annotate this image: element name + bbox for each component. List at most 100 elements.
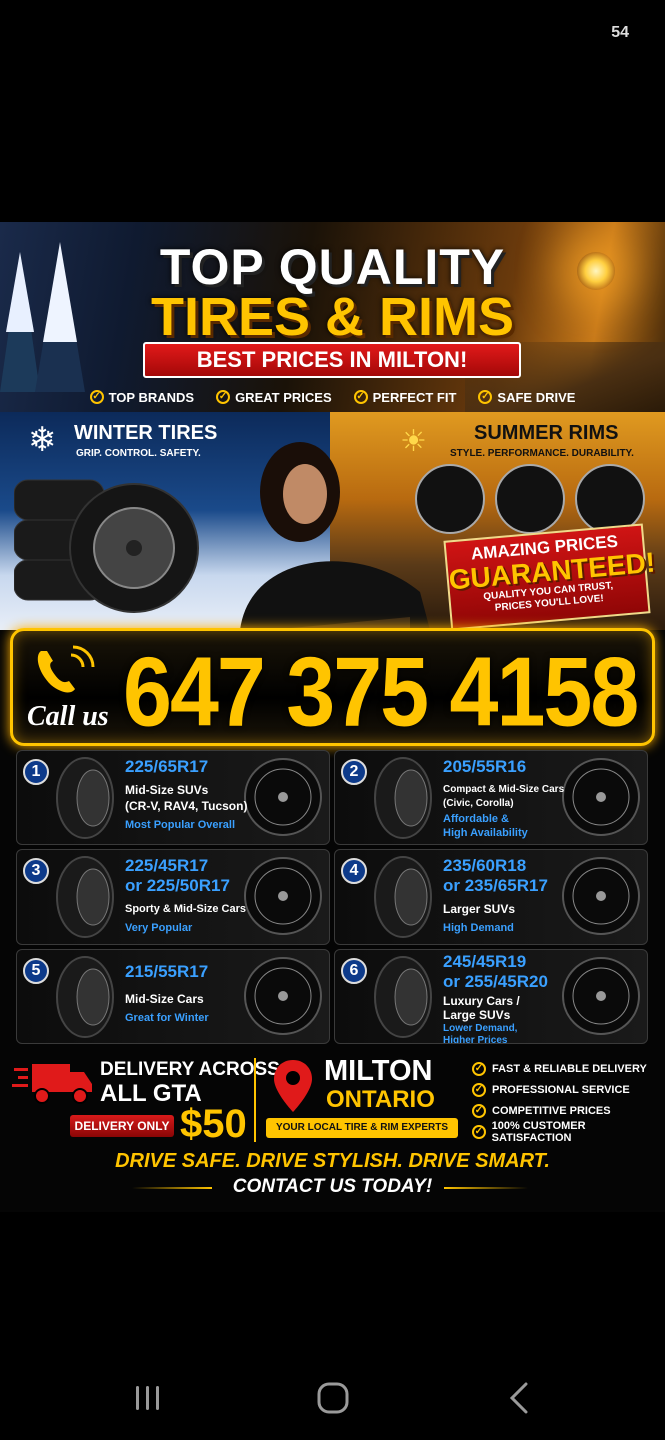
model-photo — [240, 442, 430, 630]
tire-size-card[interactable]: 2 205/55R16 Compact & Mid-Size Cars (Civ… — [334, 750, 648, 846]
ad-poster[interactable]: TOP QUALITY TIRES & RIMS BEST PRICES IN … — [0, 222, 665, 1212]
back-icon[interactable] — [498, 1380, 542, 1416]
delivery-text: DELIVERY ACROSS ALL GTA — [100, 1059, 280, 1107]
contact-cta: CONTACT US TODAY! — [232, 1176, 433, 1197]
tire-size: 235/60R18 — [443, 856, 527, 876]
item-number: 4 — [341, 858, 367, 885]
local-experts-tag: YOUR LOCAL TIRE & RIM EXPERTS — [266, 1118, 458, 1138]
feature-item: ✓ PROFESSIONAL SERVICE — [472, 1079, 662, 1100]
rim-icon — [562, 857, 640, 936]
rim-icon — [244, 758, 322, 836]
item-number: 2 — [341, 759, 367, 785]
best-prices-banner: BEST PRICES IN MILTON! — [143, 342, 521, 378]
slogan: DRIVE SAFE. DRIVE STYLISH. DRIVE SMART. — [115, 1150, 550, 1172]
divider-line — [444, 1187, 528, 1189]
rims-graphic — [415, 464, 645, 534]
feature-checks: ✓ TOP BRANDS ✓ GREAT PRICES ✓ PERFECT FIT ✓… — [0, 386, 665, 408]
tire-icon — [56, 757, 114, 839]
tire-icon — [374, 955, 432, 1038]
tire-description: Larger SUVs — [443, 902, 516, 917]
check-icon: ✓ — [472, 1103, 486, 1118]
phone-number[interactable]: 647 375 4158 — [123, 635, 639, 749]
tire-icon — [374, 856, 432, 939]
service-features: ✓ FAST & RELIABLE DELIVERY ✓ PROFESSIONAL … — [472, 1058, 662, 1144]
tire-description: Mid-Size Cars — [125, 991, 204, 1006]
tire-tag: Great for Winter — [125, 1011, 209, 1024]
check-icon: ✓ — [216, 390, 231, 404]
item-number: 1 — [23, 759, 49, 785]
feature-item: ✓ 100% CUSTOMER SATISFACTION — [472, 1120, 662, 1144]
call-us-box[interactable]: Call us 647 375 4158 — [10, 628, 655, 749]
recent-apps-icon[interactable] — [126, 1380, 170, 1416]
snowflake-icon: ❄ — [28, 421, 57, 459]
status-time: 54 — [611, 24, 629, 41]
location-pin-icon — [274, 1060, 312, 1112]
tire-description: Sporty & Mid-Size Cars — [125, 903, 247, 916]
tires-rims-panel: ❄ WINTER TIRES GRIP. CONTROL. SAFETY. ☀ … — [0, 412, 665, 631]
amazing-prices-badge: AMAZING PRICES GUARANTEED! QUALITY YOU C… — [443, 523, 656, 631]
tire-size: 215/55R17 — [125, 961, 209, 981]
delivery-price: $50 — [180, 1102, 247, 1146]
call-us-label: Call us — [27, 701, 109, 732]
tire-size: 245/45R19 — [443, 951, 527, 971]
check-icon: ✓ — [89, 390, 104, 404]
rim-icon — [562, 758, 640, 836]
tire-size-card[interactable]: 3 225/45R17 or 225/50R17 Sporty & Mid-Si… — [16, 849, 330, 945]
tire-size: 225/45R17 — [125, 856, 209, 876]
summer-subtitle: STYLE. PERFORMANCE. DURABILITY. — [450, 448, 634, 459]
tire-tag: Very Popular — [125, 922, 193, 935]
item-number: 6 — [341, 957, 367, 984]
tire-tag: Most Popular Overall — [125, 819, 236, 831]
item-number: 5 — [23, 957, 49, 984]
tire-icon — [56, 856, 114, 939]
check-icon: ✓ — [472, 1082, 486, 1097]
tire-size-grid: 1 225/65R17 Mid-Size SUVs (CR-V, RAV4, T… — [16, 750, 648, 1044]
tire-size-alt: or 255/45R20 — [443, 971, 548, 991]
feature-item: ✓ COMPETITIVE PRICES — [472, 1100, 662, 1121]
delivery-only-badge: DELIVERY ONLY — [70, 1115, 174, 1137]
tire-tag: Higher Prices — [443, 1034, 508, 1044]
tire-size-card[interactable]: 4 235/60R18 or 235/65R17 Larger SUVs Hig… — [334, 849, 648, 945]
tire-description: Large SUVs — [443, 1007, 511, 1022]
winter-subtitle: GRIP. CONTROL. SAFETY. — [76, 448, 201, 459]
check-icon: ✓ — [472, 1061, 486, 1076]
tire-size: 225/65R17 — [125, 757, 209, 776]
summer-title: SUMMER RIMS — [474, 422, 619, 444]
check-item: ✓ GREAT PRICES — [216, 386, 332, 408]
phone-icon — [37, 645, 95, 693]
tire-size-alt: or 225/50R17 — [125, 876, 230, 896]
province-name: ONTARIO — [326, 1086, 435, 1113]
rim-icon — [244, 857, 322, 936]
check-item: ✓ SAFE DRIVE — [478, 386, 575, 408]
check-item: ✓ TOP BRANDS — [89, 386, 194, 408]
feature-item: ✓ FAST & RELIABLE DELIVERY — [472, 1058, 662, 1079]
tire-size: 205/55R16 — [443, 757, 527, 776]
check-icon: ✓ — [472, 1124, 486, 1139]
tire-description: Luxury Cars / — [443, 993, 520, 1008]
tire-stack-graphic — [14, 479, 199, 613]
check-item: ✓ PERFECT FIT — [353, 386, 456, 408]
home-icon[interactable] — [311, 1380, 355, 1416]
tire-size-card[interactable]: 1 225/65R17 Mid-Size SUVs (CR-V, RAV4, T… — [16, 750, 330, 846]
tire-description: (Civic, Corolla) — [443, 798, 514, 809]
tire-tag: Affordable & — [443, 813, 509, 825]
tire-tag: High Availability — [443, 827, 528, 839]
tire-size-alt: or 235/65R17 — [443, 876, 548, 896]
tire-description: Mid-Size SUVs — [125, 783, 209, 797]
navigation-bar — [0, 1368, 665, 1432]
tire-icon — [374, 757, 432, 839]
tire-tag: High Demand — [443, 922, 514, 935]
tire-description: (CR-V, RAV4, Tucson) — [125, 799, 248, 813]
check-icon: ✓ — [353, 390, 368, 404]
tire-description: Compact & Mid-Size Cars — [443, 784, 565, 795]
rim-icon — [244, 956, 322, 1035]
hero-banner: TOP QUALITY TIRES & RIMS BEST PRICES IN … — [0, 222, 665, 412]
headline-line2: TIRES & RIMS — [150, 287, 515, 347]
tire-size-card[interactable]: 5 215/55R17 Mid-Size Cars Great for Wint… — [16, 948, 330, 1044]
city-name: MILTON — [324, 1055, 433, 1087]
divider — [254, 1058, 256, 1142]
tire-icon — [56, 955, 114, 1038]
delivery-truck-icon — [12, 1064, 92, 1104]
tire-size-card[interactable]: 6 245/45R19 or 255/45R20 Luxury Cars / L… — [334, 948, 648, 1044]
check-icon: ✓ — [478, 390, 493, 404]
